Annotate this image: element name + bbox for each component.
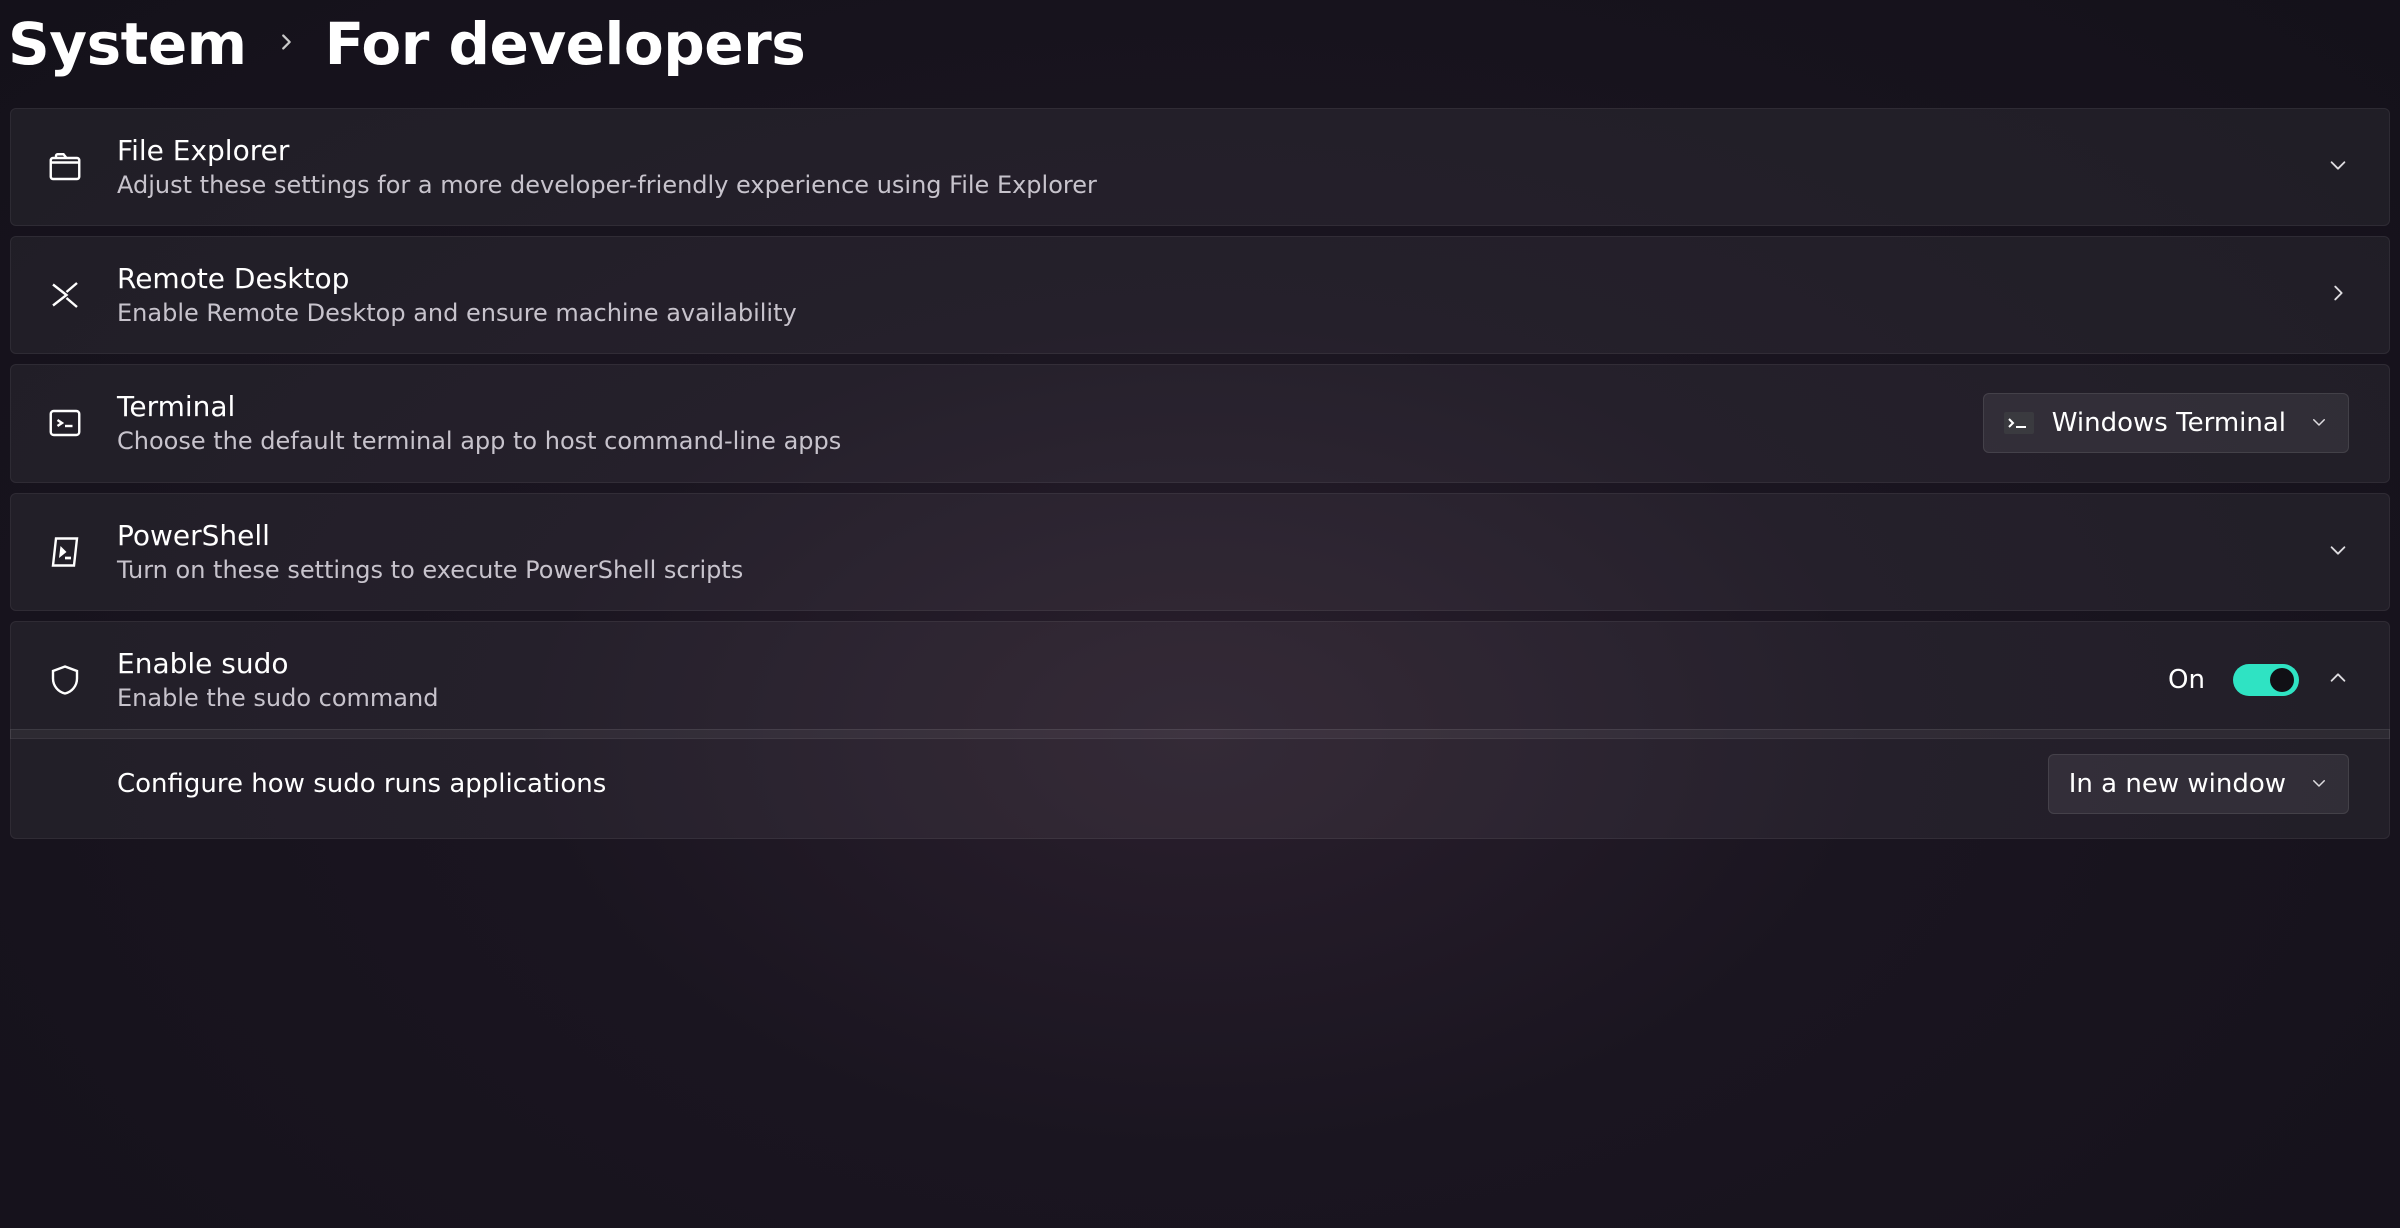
toggle-state-label: On [2168,665,2205,695]
setting-terminal: Terminal Choose the default terminal app… [10,364,2390,482]
chevron-up-icon [2327,667,2349,693]
breadcrumb-parent[interactable]: System [8,10,247,78]
setting-title: Enable sudo [117,646,2168,681]
setting-title: PowerShell [117,518,2327,553]
setting-enable-sudo[interactable]: Enable sudo Enable the sudo command On [10,621,2390,739]
setting-sudo-config: Configure how sudo runs applications In … [10,729,2390,839]
setting-text: File Explorer Adjust these settings for … [117,133,2327,201]
setting-remote-desktop[interactable]: Remote Desktop Enable Remote Desktop and… [10,236,2390,354]
setting-desc: Turn on these settings to execute PowerS… [117,555,2327,586]
setting-text: Enable sudo Enable the sudo command [117,646,2168,714]
chevron-down-icon [2304,769,2328,799]
terminal-dropdown[interactable]: Windows Terminal [1983,393,2349,453]
setting-desc: Enable the sudo command [117,683,2168,714]
breadcrumb: System For developers [8,10,2390,78]
chevron-down-icon [2304,408,2328,438]
sudo-mode-dropdown[interactable]: In a new window [2048,754,2349,814]
chevron-down-icon [2327,539,2349,565]
breadcrumb-current: For developers [325,10,806,78]
setting-title: Terminal [117,389,1983,424]
chevron-down-icon [2327,154,2349,180]
dropdown-value: In a new window [2069,769,2286,799]
setting-desc: Enable Remote Desktop and ensure machine… [117,298,2327,329]
folder-icon [47,149,83,185]
toggle-knob [2270,668,2294,692]
chevron-right-icon [2327,282,2349,308]
dropdown-value: Windows Terminal [2052,408,2286,438]
setting-file-explorer[interactable]: File Explorer Adjust these settings for … [10,108,2390,226]
setting-text: Terminal Choose the default terminal app… [117,389,1983,457]
setting-powershell[interactable]: PowerShell Turn on these settings to exe… [10,493,2390,611]
setting-text: Configure how sudo runs applications [117,768,2048,801]
setting-text: PowerShell Turn on these settings to exe… [117,518,2327,586]
setting-title: Remote Desktop [117,261,2327,296]
setting-title: Configure how sudo runs applications [117,768,2048,801]
setting-title: File Explorer [117,133,2327,168]
setting-desc: Choose the default terminal app to host … [117,426,1983,457]
powershell-icon [47,534,83,570]
chevron-right-icon [275,31,297,57]
shield-icon [47,662,83,698]
sudo-toggle[interactable] [2233,664,2299,696]
setting-text: Remote Desktop Enable Remote Desktop and… [117,261,2327,329]
terminal-icon [47,405,83,441]
setting-desc: Adjust these settings for a more develop… [117,170,2327,201]
windows-terminal-icon [2004,412,2034,434]
remote-desktop-icon [47,277,83,313]
